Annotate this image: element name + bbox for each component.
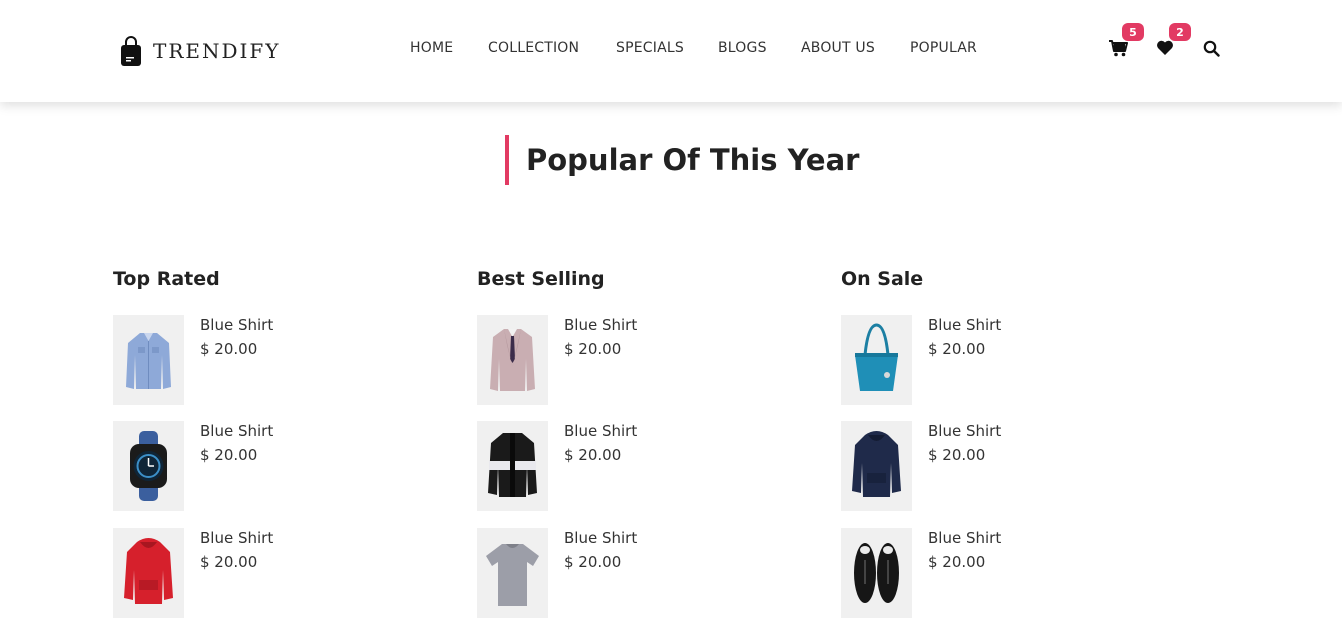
grey-tshirt-image	[477, 528, 548, 618]
on-sale-column: On Sale Blue Shirt $ 20.00 Blue Shirt $ …	[841, 265, 1171, 618]
search-button[interactable]	[1201, 40, 1221, 60]
suit-jacket-image	[477, 315, 548, 405]
column-title: Best Selling	[477, 268, 605, 290]
product-item[interactable]: Blue Shirt $ 20.00	[113, 315, 443, 405]
cart-icon	[1108, 39, 1128, 61]
section-title: Popular Of This Year	[505, 135, 859, 185]
nav-specials[interactable]: SPECIALS	[616, 40, 684, 56]
product-name[interactable]: Blue Shirt	[564, 529, 637, 547]
product-name[interactable]: Blue Shirt	[564, 316, 637, 334]
black-cardigan-image	[477, 421, 548, 511]
product-name[interactable]: Blue Shirt	[200, 316, 273, 334]
black-sneakers-image	[841, 528, 912, 618]
heart-icon	[1156, 40, 1174, 60]
red-hoodie-image	[113, 528, 184, 618]
product-price: $ 20.00	[564, 340, 622, 358]
product-item[interactable]: Blue Shirt $ 20.00	[841, 528, 1171, 618]
site-header: TRENDIFY HOME COLLECTION SPECIALS BLOGS …	[0, 0, 1342, 102]
product-name[interactable]: Blue Shirt	[564, 422, 637, 440]
product-price: $ 20.00	[200, 553, 258, 571]
nav-blogs[interactable]: BLOGS	[718, 40, 767, 56]
product-item[interactable]: Blue Shirt $ 20.00	[477, 421, 807, 511]
product-price: $ 20.00	[200, 446, 258, 464]
nav-home[interactable]: HOME	[410, 40, 453, 56]
top-rated-column: Top Rated Blue Shirt $ 20.00 Blue Shirt …	[113, 265, 443, 618]
nav-collection[interactable]: COLLECTION	[488, 40, 579, 56]
product-name[interactable]: Blue Shirt	[928, 529, 1001, 547]
product-price: $ 20.00	[200, 340, 258, 358]
product-name[interactable]: Blue Shirt	[928, 316, 1001, 334]
search-icon	[1203, 40, 1220, 61]
wishlist-button[interactable]: 2	[1155, 23, 1191, 60]
product-item[interactable]: Blue Shirt $ 20.00	[113, 528, 443, 618]
smartwatch-image	[113, 421, 184, 511]
product-name[interactable]: Blue Shirt	[200, 422, 273, 440]
product-name[interactable]: Blue Shirt	[200, 529, 273, 547]
product-item[interactable]: Blue Shirt $ 20.00	[477, 528, 807, 618]
product-price: $ 20.00	[928, 446, 986, 464]
nav-about-us[interactable]: ABOUT US	[801, 40, 875, 56]
product-item[interactable]: Blue Shirt $ 20.00	[841, 421, 1171, 511]
column-title: Top Rated	[113, 268, 220, 290]
product-price: $ 20.00	[928, 340, 986, 358]
cart-button[interactable]: 5	[1108, 23, 1144, 61]
product-item[interactable]: Blue Shirt $ 20.00	[477, 315, 807, 405]
best-selling-column: Best Selling Blue Shirt $ 20.00 Blue Shi…	[477, 265, 807, 618]
product-item[interactable]: Blue Shirt $ 20.00	[841, 315, 1171, 405]
teal-handbag-image	[841, 315, 912, 405]
product-price: $ 20.00	[564, 446, 622, 464]
column-title: On Sale	[841, 268, 924, 290]
navy-hoodie-image	[841, 421, 912, 511]
cart-count-badge: 5	[1122, 23, 1144, 41]
main-nav: HOME COLLECTION SPECIALS BLOGS ABOUT US …	[0, 40, 1342, 62]
nav-popular[interactable]: POPULAR	[910, 40, 977, 56]
product-item[interactable]: Blue Shirt $ 20.00	[113, 421, 443, 511]
product-name[interactable]: Blue Shirt	[928, 422, 1001, 440]
product-price: $ 20.00	[564, 553, 622, 571]
product-price: $ 20.00	[928, 553, 986, 571]
wishlist-count-badge: 2	[1169, 23, 1191, 41]
blue-shirt-image	[113, 315, 184, 405]
